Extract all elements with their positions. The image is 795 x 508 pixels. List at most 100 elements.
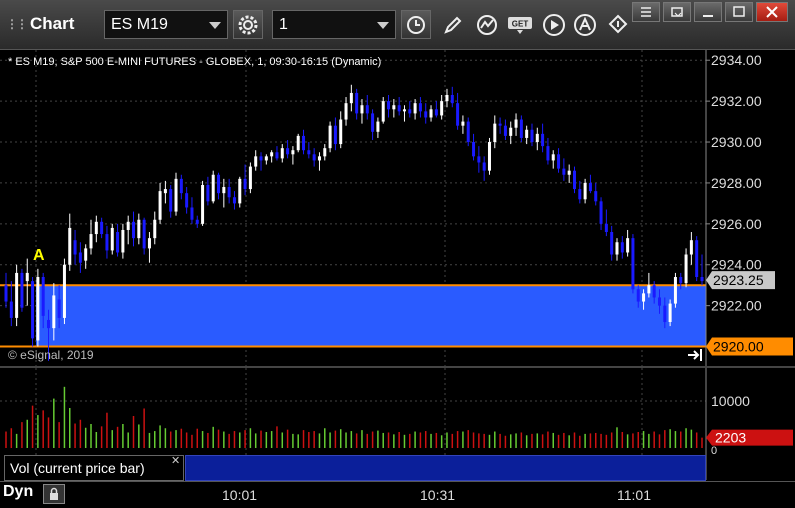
candle[interactable] (344, 97, 348, 126)
candle[interactable] (163, 180, 167, 204)
volume-study-panel[interactable] (185, 455, 706, 481)
symbol-settings-button[interactable] (233, 10, 263, 39)
candle[interactable] (302, 129, 306, 155)
candle[interactable] (535, 127, 539, 151)
time-axis[interactable] (0, 481, 795, 508)
candle[interactable] (387, 94, 391, 118)
close-button[interactable] (756, 2, 788, 22)
minimize-group-button[interactable] (632, 2, 660, 22)
candle[interactable] (339, 111, 343, 149)
candle[interactable] (174, 172, 178, 216)
candle[interactable] (169, 184, 173, 218)
candle[interactable] (456, 92, 460, 130)
drag-grip-icon[interactable]: ⋮⋮ (6, 17, 28, 31)
candle[interactable] (317, 152, 321, 171)
candle[interactable] (472, 133, 476, 161)
maximize-button[interactable] (725, 2, 753, 22)
candle[interactable] (594, 182, 598, 206)
candle[interactable] (700, 254, 704, 286)
candle[interactable] (615, 238, 619, 261)
candle[interactable] (381, 97, 385, 124)
candle[interactable] (116, 223, 120, 257)
candle[interactable] (578, 180, 582, 204)
candle[interactable] (126, 215, 130, 245)
candle[interactable] (599, 197, 603, 230)
candle[interactable] (626, 229, 630, 257)
candle[interactable] (493, 115, 497, 149)
candle[interactable] (206, 176, 210, 206)
candle[interactable] (270, 150, 274, 163)
candle[interactable] (557, 148, 561, 173)
candle[interactable] (94, 215, 98, 243)
candle[interactable] (68, 213, 72, 271)
candle[interactable] (232, 191, 236, 210)
candle[interactable] (551, 150, 555, 169)
candle[interactable] (604, 209, 608, 237)
candle[interactable] (413, 99, 417, 120)
candle[interactable] (392, 99, 396, 118)
price-pane[interactable]: A 2934.00 2932.00 2930.00 2928.00 2926.00 2924… (0, 50, 795, 367)
candle[interactable] (286, 139, 290, 159)
marker-label[interactable]: A (33, 247, 45, 264)
candle[interactable] (610, 225, 614, 261)
candle[interactable] (371, 109, 375, 140)
candle[interactable] (264, 154, 268, 165)
candle[interactable] (158, 182, 162, 224)
candle[interactable] (434, 101, 438, 118)
candle[interactable] (349, 84, 353, 112)
candle[interactable] (402, 105, 406, 122)
candle[interactable] (487, 137, 491, 175)
candle[interactable] (588, 174, 592, 194)
candle[interactable] (397, 97, 401, 116)
candle[interactable] (31, 277, 35, 347)
candle[interactable] (280, 144, 284, 163)
candle[interactable] (360, 99, 364, 124)
candle[interactable] (62, 258, 66, 325)
candle[interactable] (89, 219, 93, 255)
candle[interactable] (238, 176, 242, 208)
candle[interactable] (376, 117, 380, 138)
candle[interactable] (620, 236, 624, 259)
candle[interactable] (132, 211, 136, 247)
candle[interactable] (466, 117, 470, 147)
candle[interactable] (477, 146, 481, 173)
candle[interactable] (201, 180, 205, 226)
replay-button[interactable] (541, 12, 567, 38)
dynamic-mode-label[interactable]: Dyn (3, 483, 33, 501)
candle[interactable] (312, 148, 316, 167)
candle[interactable] (365, 94, 369, 120)
candle[interactable] (328, 121, 332, 153)
candle[interactable] (673, 272, 677, 308)
scroll-to-end-icon[interactable] (688, 349, 702, 361)
candle[interactable] (110, 223, 114, 255)
restore-button[interactable] (663, 2, 691, 22)
candle[interactable] (418, 97, 422, 118)
candle[interactable] (482, 156, 486, 181)
time-settings-button[interactable] (401, 10, 431, 39)
candle[interactable] (503, 119, 507, 140)
candle[interactable] (323, 144, 327, 161)
candle[interactable] (408, 101, 412, 118)
candle[interactable] (185, 187, 189, 214)
candle[interactable] (440, 94, 444, 120)
candle[interactable] (9, 281, 13, 327)
candle[interactable] (73, 229, 77, 265)
candle[interactable] (530, 123, 534, 147)
lock-button[interactable] (43, 484, 65, 504)
candle[interactable] (20, 268, 24, 312)
candle[interactable] (514, 113, 518, 136)
candle[interactable] (179, 174, 183, 200)
candle[interactable] (121, 223, 125, 259)
candle[interactable] (291, 146, 295, 165)
candle[interactable] (307, 142, 311, 159)
candle[interactable] (684, 248, 688, 288)
candle[interactable] (695, 236, 699, 282)
candle[interactable] (248, 162, 252, 194)
volume-study-label[interactable]: Vol (current price bar) (4, 455, 184, 481)
candle[interactable] (78, 242, 82, 273)
alerts-button[interactable] (572, 12, 598, 38)
candle[interactable] (562, 158, 566, 181)
candle[interactable] (541, 123, 545, 153)
candle[interactable] (147, 232, 151, 263)
candle[interactable] (296, 133, 300, 153)
